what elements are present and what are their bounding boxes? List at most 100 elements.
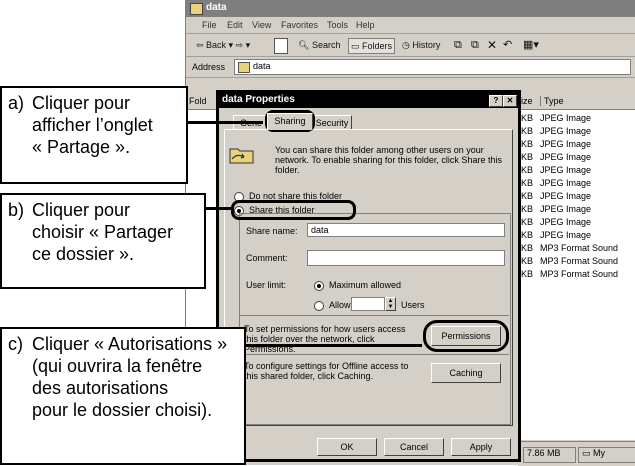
file-size: KB [521, 243, 534, 253]
column-size[interactable]: ize [521, 96, 533, 106]
caching-button[interactable]: Caching [431, 363, 501, 383]
dialog-title-bar: data Properties ? ✕ [219, 93, 518, 108]
users-spinner[interactable]: ▲ ▼ [385, 297, 396, 311]
file-size: KB [521, 217, 534, 227]
column-type[interactable]: Type [540, 96, 564, 106]
allow-label: Allow [329, 300, 351, 310]
note-c: c) Cliquer « Autorisations » (qui ouvrir… [0, 327, 246, 465]
maximum-allowed-label: Maximum allowed [329, 280, 402, 290]
file-type: JPEG Image [540, 178, 592, 188]
folder-icon [190, 3, 203, 15]
undo-icon[interactable]: ↶ [503, 38, 512, 52]
file-type: MP3 Format Sound [540, 269, 619, 279]
views-icon[interactable]: ▦▾ [523, 38, 539, 52]
note-c-line: pour le dossier choisi). [32, 400, 213, 420]
move-to-icon[interactable]: ⧉ [454, 38, 462, 52]
address-label: Address [192, 62, 226, 72]
tab-sharing[interactable]: Sharing [267, 113, 313, 130]
file-size: KB [521, 178, 534, 188]
file-size: KB [521, 152, 534, 162]
share-settings-group [239, 213, 511, 425]
divider [239, 354, 509, 355]
file-size: KB [521, 256, 534, 266]
divider [239, 315, 509, 316]
share-name-field[interactable]: data [307, 223, 505, 237]
folders-icon: ▭ [351, 41, 360, 51]
status-size: 7.86 MB [523, 447, 576, 463]
menu-bar: File Edit View Favorites Tools Help [186, 17, 635, 34]
menu-help[interactable]: Help [356, 20, 375, 30]
copy-to-icon[interactable]: ⧉ [471, 38, 479, 52]
menu-tools[interactable]: Tools [327, 20, 348, 30]
folder-icon [238, 62, 250, 73]
caching-description: To configure settings for Offline access… [244, 361, 409, 381]
menu-view[interactable]: View [252, 20, 271, 30]
note-c-line: Cliquer « Autorisations » [32, 334, 228, 354]
address-field[interactable]: data [234, 59, 631, 75]
note-c-line: des autorisations [32, 378, 169, 398]
file-size: KB [521, 191, 534, 201]
file-type: JPEG Image [540, 165, 592, 175]
user-limit-label: User limit: [246, 280, 286, 290]
dialog-title: data Properties [222, 94, 295, 105]
status-location: ▭ My [578, 447, 635, 463]
note-a: a) Cliquer pour afficher l’onglet « Part… [0, 86, 188, 184]
help-button[interactable]: ? [489, 95, 503, 107]
file-type: JPEG Image [540, 217, 592, 227]
history-button[interactable]: ◷ History [402, 38, 440, 52]
cancel-button[interactable]: Cancel [384, 438, 444, 456]
column-header: ize Type [518, 95, 635, 110]
status-bar: 7.86 MB ▭ My [518, 441, 635, 466]
note-c-letter: c) [8, 334, 23, 354]
ok-button[interactable]: OK [317, 438, 377, 456]
delete-icon[interactable]: ✕ [487, 38, 497, 52]
file-size: KB [521, 139, 534, 149]
file-size: KB [521, 230, 534, 240]
address-value: data [253, 61, 271, 71]
menu-edit[interactable]: Edit [227, 20, 243, 30]
radio-allow[interactable] [314, 301, 324, 311]
apply-button[interactable]: Apply [451, 438, 511, 456]
folders-button[interactable]: ▭ Folders [348, 38, 396, 54]
file-type: JPEG Image [540, 126, 592, 136]
menu-favorites[interactable]: Favorites [281, 20, 318, 30]
tab-security[interactable]: Security [312, 115, 352, 130]
up-folder-icon[interactable] [274, 38, 288, 54]
explorer-title-bar: data [186, 0, 635, 17]
note-b-line: choisir « Partager [32, 222, 174, 242]
share-name-label: Share name: [246, 226, 298, 236]
permissions-description: To set permissions for how users access … [244, 324, 406, 354]
comment-field[interactable] [307, 250, 505, 266]
note-b-letter: b) [8, 200, 25, 220]
file-type: JPEG Image [540, 113, 592, 123]
file-type: JPEG Image [540, 204, 592, 214]
file-size: KB [521, 204, 534, 214]
explorer-title: data [206, 2, 227, 13]
note-b-line: Cliquer pour [32, 200, 131, 220]
comment-label: Comment: [246, 253, 288, 263]
properties-dialog: data Properties ? ✕ Gene Sharing Securit… [216, 90, 521, 462]
allow-users-field[interactable] [351, 297, 385, 311]
menu-file[interactable]: File [202, 20, 217, 30]
close-button[interactable]: ✕ [503, 95, 517, 107]
note-a-line: « Partage ». [32, 137, 131, 157]
note-a-line: afficher l’onglet [32, 115, 153, 135]
file-type: JPEG Image [540, 230, 592, 240]
connector-a [188, 121, 263, 124]
file-size: KB [521, 165, 534, 175]
file-type: MP3 Format Sound [540, 243, 619, 253]
search-button[interactable]: 🔍︎ Search [298, 38, 340, 52]
share-folder-highlight [231, 200, 356, 220]
sharing-description: You can share this folder among other us… [275, 145, 502, 175]
shared-folder-icon [229, 148, 254, 164]
radio-maximum-allowed[interactable] [314, 281, 324, 291]
file-type: JPEG Image [540, 191, 592, 201]
users-label: Users [401, 300, 425, 310]
note-b: b) Cliquer pour choisir « Partager ce do… [0, 193, 206, 289]
file-size: KB [521, 269, 534, 279]
connector-b [206, 207, 232, 210]
file-size: KB [521, 113, 534, 123]
toolbar: ⇦ Back ▾ ⇨ ▾ 🔍︎ Search ▭ Folders ◷ Histo… [186, 34, 635, 57]
note-b-line: ce dossier ». [32, 244, 135, 264]
back-button[interactable]: ⇦ Back ▾ ⇨ ▾ [196, 38, 250, 52]
